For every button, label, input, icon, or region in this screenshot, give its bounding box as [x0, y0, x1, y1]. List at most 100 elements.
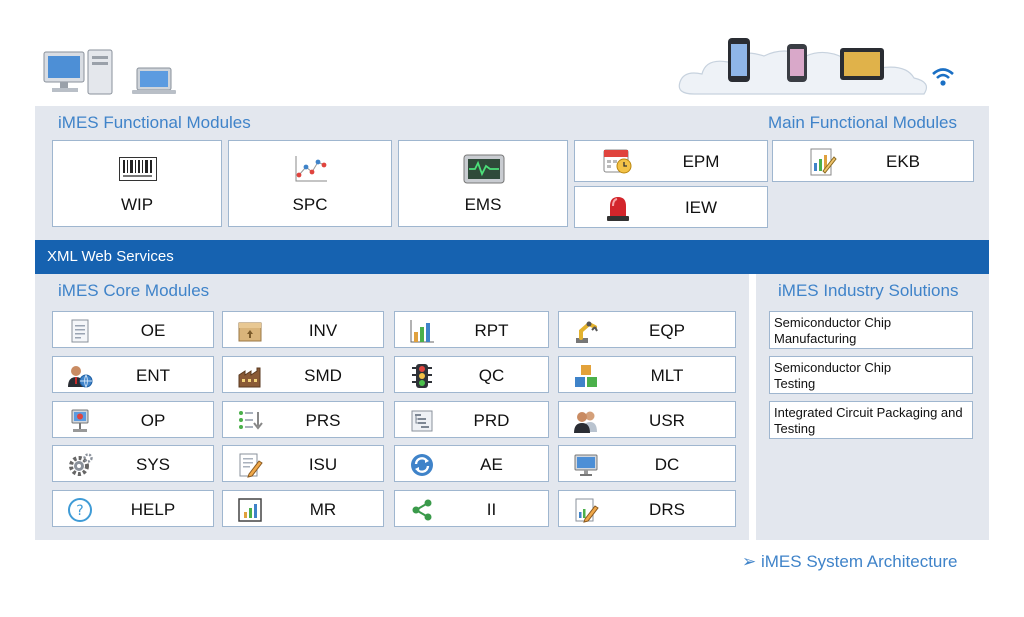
- module-iew[interactable]: IEW: [574, 186, 768, 228]
- core-module-label: INV: [308, 321, 338, 340]
- core-module-rpt[interactable]: RPT: [394, 311, 549, 348]
- core-module-isu[interactable]: ISU: [222, 445, 384, 482]
- solution-line: Testing: [774, 421, 816, 436]
- robot-arm-icon: [576, 321, 598, 343]
- refresh-icon: [411, 454, 433, 476]
- barcode-icon: [119, 157, 157, 181]
- kiosk-icon: [71, 409, 89, 432]
- core-module-label: OP: [140, 411, 166, 430]
- core-module-label: AE: [480, 455, 503, 474]
- bar-chart-icon: [410, 320, 434, 343]
- laptop-icon: [132, 67, 176, 94]
- caption-text: iMES System Architecture: [760, 552, 958, 571]
- module-wip[interactable]: WIP: [52, 140, 222, 227]
- factory-icon: [238, 367, 261, 388]
- core-module-label: PRS: [305, 411, 341, 430]
- edit-document-icon: [575, 498, 599, 523]
- core-module-drs[interactable]: DRS: [558, 490, 736, 527]
- solution-line: Testing: [774, 376, 816, 391]
- desktop-computer-icon: [43, 49, 176, 95]
- core-module-label: RPT: [474, 321, 509, 340]
- solution-line: Semiconductor Chip: [774, 360, 892, 375]
- document-icon: [71, 319, 89, 343]
- share-icon: [412, 499, 432, 521]
- module-ems[interactable]: EMS: [398, 140, 568, 227]
- core-module-label: USR: [649, 411, 685, 430]
- core-module-smd[interactable]: SMD: [222, 356, 384, 393]
- module-ekb[interactable]: EKB: [772, 140, 974, 182]
- core-module-qc[interactable]: QC: [394, 356, 549, 393]
- monitor-icon: [574, 454, 598, 476]
- core-module-label: SYS: [135, 455, 171, 474]
- core-module-ii[interactable]: II: [394, 490, 549, 527]
- core-module-op[interactable]: OP: [52, 401, 214, 438]
- solution-ic-packaging-testing[interactable]: Integrated Circuit Packaging and Testing: [769, 401, 973, 439]
- core-module-label: ISU: [308, 455, 338, 474]
- core-module-prd[interactable]: PRD: [394, 401, 549, 438]
- solution-semiconductor-manufacturing[interactable]: Semiconductor Chip Manufacturing: [769, 311, 973, 349]
- users-icon: [574, 411, 597, 433]
- module-label: EKB: [885, 152, 921, 171]
- solution-line: Manufacturing: [774, 331, 857, 346]
- solution-line: Integrated Circuit Packaging and: [774, 405, 963, 420]
- core-module-usr[interactable]: USR: [558, 401, 736, 438]
- module-epm[interactable]: EPM: [574, 140, 768, 182]
- module-label: IEW: [684, 198, 718, 217]
- architecture-caption: ➢ iMES System Architecture: [742, 552, 958, 572]
- industry-solutions-title: iMES Industry Solutions: [778, 281, 959, 300]
- blocks-icon: [575, 365, 597, 387]
- core-modules-title: iMES Core Modules: [58, 281, 210, 300]
- core-module-sys[interactable]: SYS: [52, 445, 214, 482]
- module-label: EMS: [464, 195, 502, 214]
- svg-text:?: ?: [76, 503, 83, 519]
- functional-modules-title: iMES Functional Modules: [58, 113, 251, 132]
- core-module-help[interactable]: ? HELP: [52, 490, 214, 527]
- core-module-oe[interactable]: OE: [52, 311, 214, 348]
- core-module-mlt[interactable]: MLT: [558, 356, 736, 393]
- core-module-ae[interactable]: AE: [394, 445, 549, 482]
- core-module-mr[interactable]: MR: [222, 490, 384, 527]
- monitor-wave-icon: [463, 154, 505, 184]
- module-label: WIP: [120, 195, 154, 214]
- core-module-label: SMD: [304, 366, 342, 385]
- product-tree-icon: [411, 410, 433, 432]
- core-module-inv[interactable]: INV: [222, 311, 384, 348]
- core-module-label: PRD: [473, 411, 510, 430]
- traffic-light-icon: [412, 364, 432, 388]
- core-module-label: MLT: [650, 366, 684, 385]
- core-module-ent[interactable]: ENT: [52, 356, 214, 393]
- scatter-chart-icon: [295, 156, 327, 182]
- main-functional-modules-title: Main Functional Modules: [768, 113, 957, 132]
- calendar-clock-icon: [603, 149, 632, 174]
- core-module-label: MR: [309, 500, 337, 519]
- xml-web-services-label: XML Web Services: [47, 248, 174, 265]
- core-module-label: QC: [478, 366, 505, 385]
- edit-document-icon: [239, 453, 263, 478]
- core-module-label: II: [486, 500, 497, 519]
- core-module-label: ENT: [136, 366, 170, 385]
- core-module-label: EQP: [649, 321, 685, 340]
- solution-semiconductor-testing[interactable]: Semiconductor Chip Testing: [769, 356, 973, 394]
- wifi-icon: [932, 68, 954, 86]
- mobile-devices-icon: [728, 38, 884, 82]
- core-module-label: DC: [654, 455, 680, 474]
- xml-web-services-bar: XML Web Services: [35, 240, 989, 274]
- process-list-icon: [239, 411, 263, 430]
- core-module-label: OE: [140, 321, 166, 340]
- alarm-light-icon: [607, 197, 629, 221]
- module-label: SPC: [292, 195, 328, 214]
- report-chart-icon: [238, 498, 262, 522]
- core-module-prs[interactable]: PRS: [222, 401, 384, 438]
- user-globe-icon: [68, 366, 93, 389]
- solution-line: Semiconductor Chip: [774, 315, 892, 330]
- module-spc[interactable]: SPC: [228, 140, 392, 227]
- arrow-icon: ➢: [742, 552, 757, 571]
- core-module-label: HELP: [130, 500, 176, 519]
- help-icon: ?: [68, 498, 92, 522]
- box-icon: [238, 322, 262, 342]
- gear-icon: [69, 453, 93, 476]
- module-label: EPM: [682, 152, 720, 171]
- core-module-eqp[interactable]: EQP: [558, 311, 736, 348]
- core-module-label: DRS: [649, 500, 685, 519]
- core-module-dc[interactable]: DC: [558, 445, 736, 482]
